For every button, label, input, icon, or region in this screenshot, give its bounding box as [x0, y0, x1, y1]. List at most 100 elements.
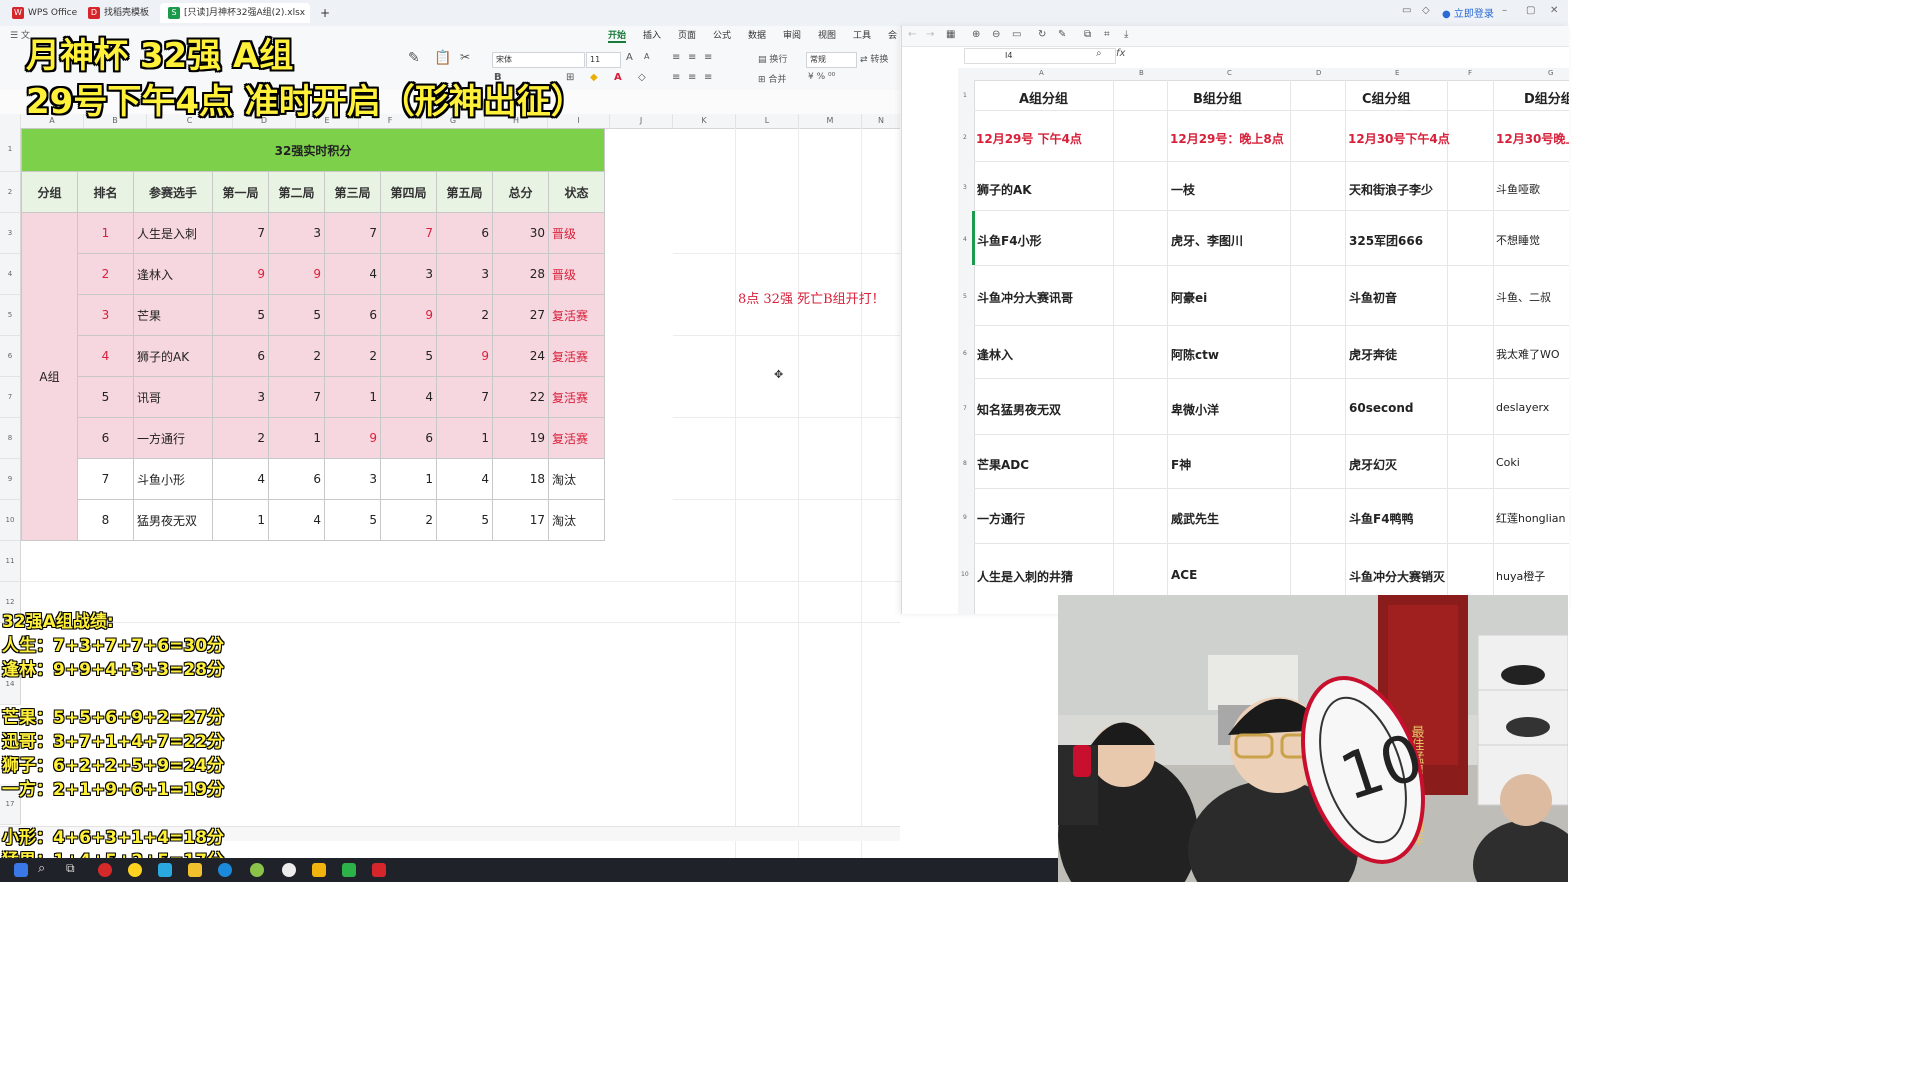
start-icon[interactable]: [14, 863, 28, 877]
score-cell[interactable]: 2: [436, 294, 493, 336]
forward-icon[interactable]: →: [926, 29, 934, 40]
rotate-icon[interactable]: ↻: [1038, 29, 1046, 40]
cut-icon[interactable]: ✂: [460, 50, 470, 64]
row-header[interactable]: 10: [0, 500, 21, 541]
back-icon[interactable]: ←: [908, 29, 916, 40]
score-cell[interactable]: 2: [380, 499, 437, 541]
netease-icon[interactable]: [98, 863, 112, 877]
rank-cell[interactable]: 1: [77, 212, 134, 254]
row-header[interactable]: 4: [0, 254, 21, 295]
col-header-k[interactable]: K: [673, 114, 736, 129]
font-name-select[interactable]: 宋体: [492, 52, 585, 68]
menu-start[interactable]: 开始: [608, 28, 627, 43]
align-bottom-icon[interactable]: ≡: [704, 52, 712, 63]
player-cell[interactable]: 猛男夜无双: [133, 499, 213, 541]
align-right-icon[interactable]: ≡: [704, 72, 712, 83]
header-cell[interactable]: 总分: [492, 171, 549, 213]
group-d-time[interactable]: 12月30号晚上: [1496, 130, 1569, 147]
player-cell[interactable]: 芒果: [133, 294, 213, 336]
group-d-player[interactable]: 红莲honglian: [1496, 510, 1565, 526]
score-cell[interactable]: 2: [268, 335, 325, 377]
total-cell[interactable]: 19: [492, 417, 549, 459]
score-cell[interactable]: 5: [436, 499, 493, 541]
score-cell[interactable]: 7: [436, 376, 493, 418]
group-d-player[interactable]: huya橙子: [1496, 568, 1545, 584]
tab-spreadsheet[interactable]: S [只读]月神杯32强A组(2).xlsx: [160, 3, 310, 23]
fx-label[interactable]: fx: [1116, 48, 1125, 59]
right-row-header[interactable]: 8: [963, 460, 967, 467]
menu-insert[interactable]: 插入: [643, 28, 661, 41]
font-size-select[interactable]: 11: [586, 52, 621, 68]
score-cell[interactable]: 9: [268, 253, 325, 295]
score-cell[interactable]: 7: [212, 212, 269, 254]
group-c-time[interactable]: 12月30号下午4点: [1348, 130, 1450, 147]
right-row-header[interactable]: 6: [963, 350, 967, 357]
score-cell[interactable]: 6: [380, 417, 437, 459]
right-row-header[interactable]: 4: [963, 236, 967, 243]
fit-icon[interactable]: ▭: [1012, 29, 1021, 40]
right-row-header[interactable]: 7: [963, 405, 967, 412]
right-row-header[interactable]: 5: [963, 293, 967, 300]
score-cell[interactable]: 6: [324, 294, 381, 336]
tab-wps-office[interactable]: W WPS Office: [4, 3, 85, 23]
group-d-player[interactable]: 斗鱼、二叔: [1496, 289, 1551, 305]
score-cell[interactable]: 7: [324, 212, 381, 254]
player-cell[interactable]: 一方通行: [133, 417, 213, 459]
header-cell[interactable]: 第三局: [324, 171, 381, 213]
rank-cell[interactable]: 7: [77, 458, 134, 500]
menu-page[interactable]: 页面: [678, 28, 696, 41]
col-header-m[interactable]: M: [799, 114, 862, 129]
header-cell[interactable]: 第二局: [268, 171, 325, 213]
score-cell[interactable]: 4: [436, 458, 493, 500]
group-a-header[interactable]: A组分组: [1019, 88, 1068, 107]
row-header[interactable]: 2: [0, 172, 21, 213]
status-cell[interactable]: 淘汰: [548, 499, 605, 541]
decrease-font-icon[interactable]: A: [644, 52, 649, 61]
header-cell[interactable]: 第一局: [212, 171, 269, 213]
group-b-player[interactable]: 虎牙、李图川: [1171, 232, 1243, 249]
menu-data[interactable]: 数据: [748, 28, 766, 41]
score-cell[interactable]: 1: [268, 417, 325, 459]
total-cell[interactable]: 17: [492, 499, 549, 541]
right-col-header-g[interactable]: G: [1548, 69, 1553, 77]
rank-cell[interactable]: 5: [77, 376, 134, 418]
score-cell[interactable]: 5: [380, 335, 437, 377]
score-cell[interactable]: 7: [268, 376, 325, 418]
group-d-player[interactable]: 斗鱼哑歌: [1496, 181, 1540, 197]
status-cell[interactable]: 复活赛: [548, 417, 605, 459]
total-cell[interactable]: 22: [492, 376, 549, 418]
score-cell[interactable]: 1: [380, 458, 437, 500]
rank-cell[interactable]: 4: [77, 335, 134, 377]
clear-icon[interactable]: ◇: [638, 72, 646, 83]
new-tab-button[interactable]: +: [312, 3, 338, 23]
player-cell[interactable]: 斗鱼小形: [133, 458, 213, 500]
currency-icon[interactable]: ¥ % ⁰⁰: [808, 72, 835, 82]
total-cell[interactable]: 18: [492, 458, 549, 500]
search-icon[interactable]: ⌕: [1096, 48, 1102, 59]
align-left-icon[interactable]: ≡: [672, 72, 680, 83]
header-cell[interactable]: 排名: [77, 171, 134, 213]
side-note[interactable]: 8点 32强 死亡B组开打！: [738, 288, 885, 307]
minimize-icon[interactable]: –: [1502, 5, 1507, 16]
zoom-in-icon[interactable]: ⊕: [972, 29, 980, 40]
header-cell[interactable]: 状态: [548, 171, 605, 213]
right-col-header-f[interactable]: F: [1468, 69, 1472, 77]
save-icon[interactable]: ⤓: [1124, 29, 1128, 40]
score-cell[interactable]: 2: [324, 335, 381, 377]
group-c-player[interactable]: 虎牙幻灭: [1349, 456, 1397, 473]
score-cell[interactable]: 4: [268, 499, 325, 541]
score-cell[interactable]: 4: [212, 458, 269, 500]
status-cell[interactable]: 晋级: [548, 253, 605, 295]
edge-icon[interactable]: [218, 863, 232, 877]
app-icon[interactable]: [128, 863, 142, 877]
row-header[interactable]: 9: [0, 459, 21, 500]
search-icon[interactable]: ⌕: [38, 861, 45, 876]
player-cell[interactable]: 讯哥: [133, 376, 213, 418]
header-cell[interactable]: 参赛选手: [133, 171, 213, 213]
layout-icon[interactable]: ▭: [1402, 5, 1411, 16]
group-b-time[interactable]: 12月29号：晚上8点: [1170, 130, 1284, 147]
convert-button[interactable]: ⇄ 转换: [860, 52, 888, 65]
group-d-player[interactable]: deslayerx: [1496, 401, 1549, 414]
row-header[interactable]: 8: [0, 418, 21, 459]
menu-more[interactable]: 会: [888, 28, 897, 41]
